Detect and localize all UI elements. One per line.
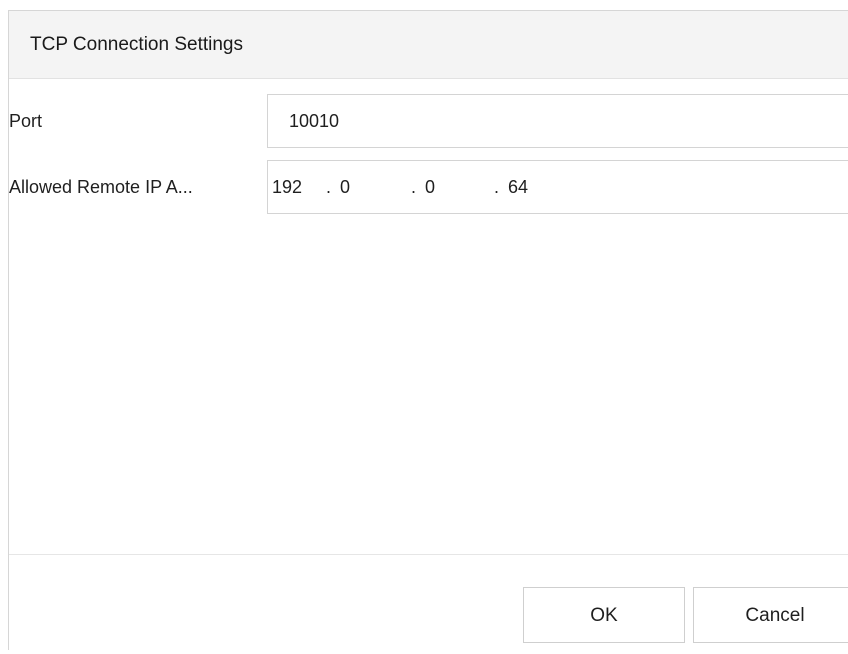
port-input[interactable]: 10010 xyxy=(289,95,589,147)
tcp-connection-settings-dialog: TCP Connection Settings Port 10010 Allow… xyxy=(8,10,848,654)
allowed-remote-ip-field[interactable]: 192 . 0 . 0 . 64 xyxy=(267,160,848,214)
ip-octet-2-input[interactable]: 0 xyxy=(340,161,350,213)
dialog-footer: OK Cancel xyxy=(9,554,848,654)
allowed-remote-ip-label: Allowed Remote IP A... xyxy=(9,177,193,197)
allowed-remote-ip-row: Allowed Remote IP A... 192 . 0 . 0 . 64 xyxy=(9,160,848,214)
cancel-button[interactable]: Cancel xyxy=(693,587,848,643)
port-label: Port xyxy=(9,111,43,131)
port-field[interactable]: 10010 xyxy=(267,94,848,148)
ip-separator: . xyxy=(326,177,332,197)
ip-separator: . xyxy=(411,177,417,197)
ip-separator: . xyxy=(494,177,500,197)
port-row: Port 10010 xyxy=(9,94,848,148)
dialog-title: TCP Connection Settings xyxy=(30,34,243,55)
ok-button[interactable]: OK xyxy=(523,587,685,643)
ip-octet-4-input[interactable]: 64 xyxy=(508,161,528,213)
ip-octet-1-input[interactable]: 192 xyxy=(272,161,302,213)
dialog-header: TCP Connection Settings xyxy=(9,11,848,79)
ip-octet-3-input[interactable]: 0 xyxy=(425,161,435,213)
